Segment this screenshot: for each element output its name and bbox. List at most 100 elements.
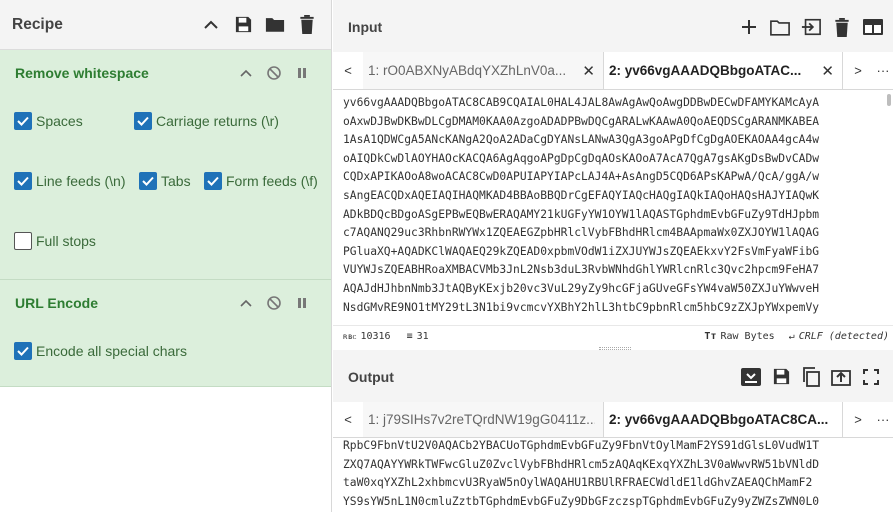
operation-remove-whitespace: Remove whitespace Spaces Carriage return… [0,50,331,280]
input-line: NsdGMvRE9NO1tMY29tL3N1bi9vcmcvYXBhY2hlL3… [343,300,820,314]
tab-label: 1: rO0ABXNyABdqYXZhLnV0a... [368,63,567,78]
tab-scroll-right[interactable]: > [843,402,873,437]
input-status-bar: ʀʙᴄ 10316 ≡ 31 Tт Raw Bytes ↵ CRLF (dete… [333,325,893,347]
close-icon[interactable]: ✕ [574,62,595,80]
input-text[interactable]: yv66vgAAADQBbgoATAC8CAB9CQAIAL0HAL4JAL8A… [333,92,889,324]
output-tabs: < 1: j79SIHs7v2reTQrdNW19gG0411z... 2: y… [333,402,893,438]
recipe-title: Recipe [12,15,63,33]
eol-selector[interactable]: ↵ CRLF (detected) [789,331,889,342]
option-label: Tabs [161,173,191,189]
save-icon[interactable] [233,15,253,35]
tab-label: 2: yv66vgAAADQBbgoATAC... [609,63,802,78]
more-icon[interactable]: ··· [873,402,893,437]
input-header: Input [333,0,893,55]
output-line: YS9sYW5nL1N0cmluZztbTGphdmEvbGFuZy9DbGFz… [343,494,820,508]
import-icon[interactable] [801,17,821,37]
tab-label: 1: j79SIHs7v2reTQrdNW19gG0411z... [368,412,595,427]
chevron-up-icon[interactable] [237,294,255,312]
checkbox-unchecked-icon[interactable] [14,232,32,250]
disable-icon[interactable] [265,64,283,82]
option-spaces[interactable]: Spaces [14,112,83,130]
encoding-value: Raw Bytes [720,331,775,342]
checkbox-checked-icon[interactable] [139,172,157,190]
more-icon[interactable]: ··· [873,52,893,89]
text-format-icon: Tт [704,331,717,342]
output-tab-2[interactable]: 2: yv66vgAAADQBbgoATAC8CA... [603,402,843,437]
input-tab-1[interactable]: 1: rO0ABXNyABdqYXZhLnV0a... ✕ [363,52,603,89]
option-form-feeds[interactable]: Form feeds (\f) [204,172,318,190]
disable-icon[interactable] [265,294,283,312]
input-line: yv66vgAAADQBbgoATAC8CAB9CQAIAL0HAL4JAL8A… [343,96,820,109]
option-label: Spaces [36,113,83,129]
input-line: CQDxAPIKAOoA8woACAC8CwD0APUIAPYIAPcLAJ4A… [343,170,820,184]
trash-icon[interactable] [832,17,852,37]
input-line: sAngEACQDxAQEIAQIHAQMKAD4BBAoBBQDrCgEFAQ… [343,188,820,202]
input-line: ADkBDQcBDgoASgEPBwEQBwERAQAMY21kUGFyYW1O… [343,207,820,221]
return-arrow-icon: ↵ [788,331,795,342]
save-to-input-icon[interactable] [741,367,761,387]
layout-icon[interactable] [863,17,883,37]
length-icon: ʀʙᴄ [343,332,357,341]
recipe-pane: Recipe Remove whitespace Spaces Carriage… [0,0,332,512]
output-tab-1[interactable]: 1: j79SIHs7v2reTQrdNW19gG0411z... [363,402,603,437]
input-scrollbar[interactable] [887,94,891,106]
tab-scroll-left[interactable]: < [333,52,363,89]
option-label: Full stops [36,233,96,249]
fullscreen-icon[interactable] [861,367,881,387]
copy-icon[interactable] [801,366,821,387]
eol-value: CRLF (detected) [798,331,889,342]
option-carriage-returns[interactable]: Carriage returns (\r) [134,112,279,130]
trash-icon[interactable] [297,15,317,35]
input-line: c7AQANQ29uc3RhbnRWYWx1ZQEAEGZpbHRlclVybF… [343,226,820,240]
folder-icon[interactable] [265,15,285,35]
checkbox-checked-icon[interactable] [14,172,32,190]
length-value: 10316 [360,331,391,342]
tab-scroll-left[interactable]: < [333,402,363,437]
output-title: Output [348,368,394,385]
checkbox-checked-icon[interactable] [204,172,222,190]
save-icon[interactable] [771,367,791,387]
input-title: Input [348,19,383,35]
lines-indicator: ≡ 31 [407,331,429,342]
plus-icon[interactable] [739,17,759,37]
option-label: Encode all special chars [36,343,187,359]
input-line: oAxwDJBwDKBwDLCgDMAM0KAA0AzgoADADPBwDQCg… [343,114,820,128]
option-label: Line feeds (\n) [36,173,126,189]
checkbox-checked-icon[interactable] [14,112,32,130]
io-pane: Input < 1: rO0ABXNyABdqYXZhLnV0a... ✕ 2:… [333,0,893,512]
input-line: VUYWJsZQEABHRoaXMBACVMb3JnL2Nsb3duL3RvbW… [343,263,820,277]
send-to-input-icon[interactable] [831,367,851,387]
operation-title: Remove whitespace [15,65,149,81]
output-line: RpbC9FbnVtU2V0AQACb2YBACUoTGphdmEvbGFuZy… [343,439,820,452]
recipe-header: Recipe [0,0,331,50]
output-header: Output [333,350,893,404]
pause-icon[interactable] [293,64,311,82]
encoding-selector[interactable]: Tт Raw Bytes [704,331,774,342]
lines-value: 31 [416,331,429,342]
input-line: oAIQDkCwDlAOYHAOcKACQA6AgAqgoAPgDpCgDqAO… [343,151,820,165]
option-label: Form feeds (\f) [226,173,318,189]
chevron-up-icon[interactable] [201,15,221,35]
input-line: 1AsA1QDWCgA5ANcKANgA2QoA2ADaCgDYANsLANwA… [343,133,820,147]
option-full-stops[interactable]: Full stops [14,232,96,250]
checkbox-checked-icon[interactable] [14,342,32,360]
chevron-up-icon[interactable] [237,64,255,82]
operation-title: URL Encode [15,295,98,311]
input-line: AQAJdHJhbnNmb3JtAQByKExjb20vc3VuL29yZy9h… [343,281,820,295]
input-tab-2[interactable]: 2: yv66vgAAADQBbgoATAC... ✕ [603,52,843,89]
output-line: taW0xqYXZhL2xhbmcvU3RyaW5nOylWAQAHU1RBUl… [343,476,813,490]
tab-scroll-right[interactable]: > [843,52,873,89]
tab-label: 2: yv66vgAAADQBbgoATAC8CA... [609,412,829,427]
option-label: Carriage returns (\r) [156,113,279,129]
operation-url-encode: URL Encode Encode all special chars [0,280,331,387]
checkbox-checked-icon[interactable] [134,112,152,130]
option-line-feeds[interactable]: Line feeds (\n) [14,172,126,190]
output-line: ZXQ7AQAYYWRkTWFwcGluZ0ZvclVybFBhdHRlcm5z… [343,457,820,471]
folder-icon[interactable] [770,17,790,37]
option-encode-all-special-chars[interactable]: Encode all special chars [14,342,187,360]
option-tabs[interactable]: Tabs [139,172,191,190]
input-line: PGluaXQ+AQADKClWAQAEQ29kZQEAD0xpbmVOdW1i… [343,244,820,258]
pause-icon[interactable] [293,294,311,312]
close-icon[interactable]: ✕ [813,62,834,80]
output-text[interactable]: RpbC9FbnVtU2V0AQACb2YBACUoTGphdmEvbGFuZy… [333,435,889,512]
